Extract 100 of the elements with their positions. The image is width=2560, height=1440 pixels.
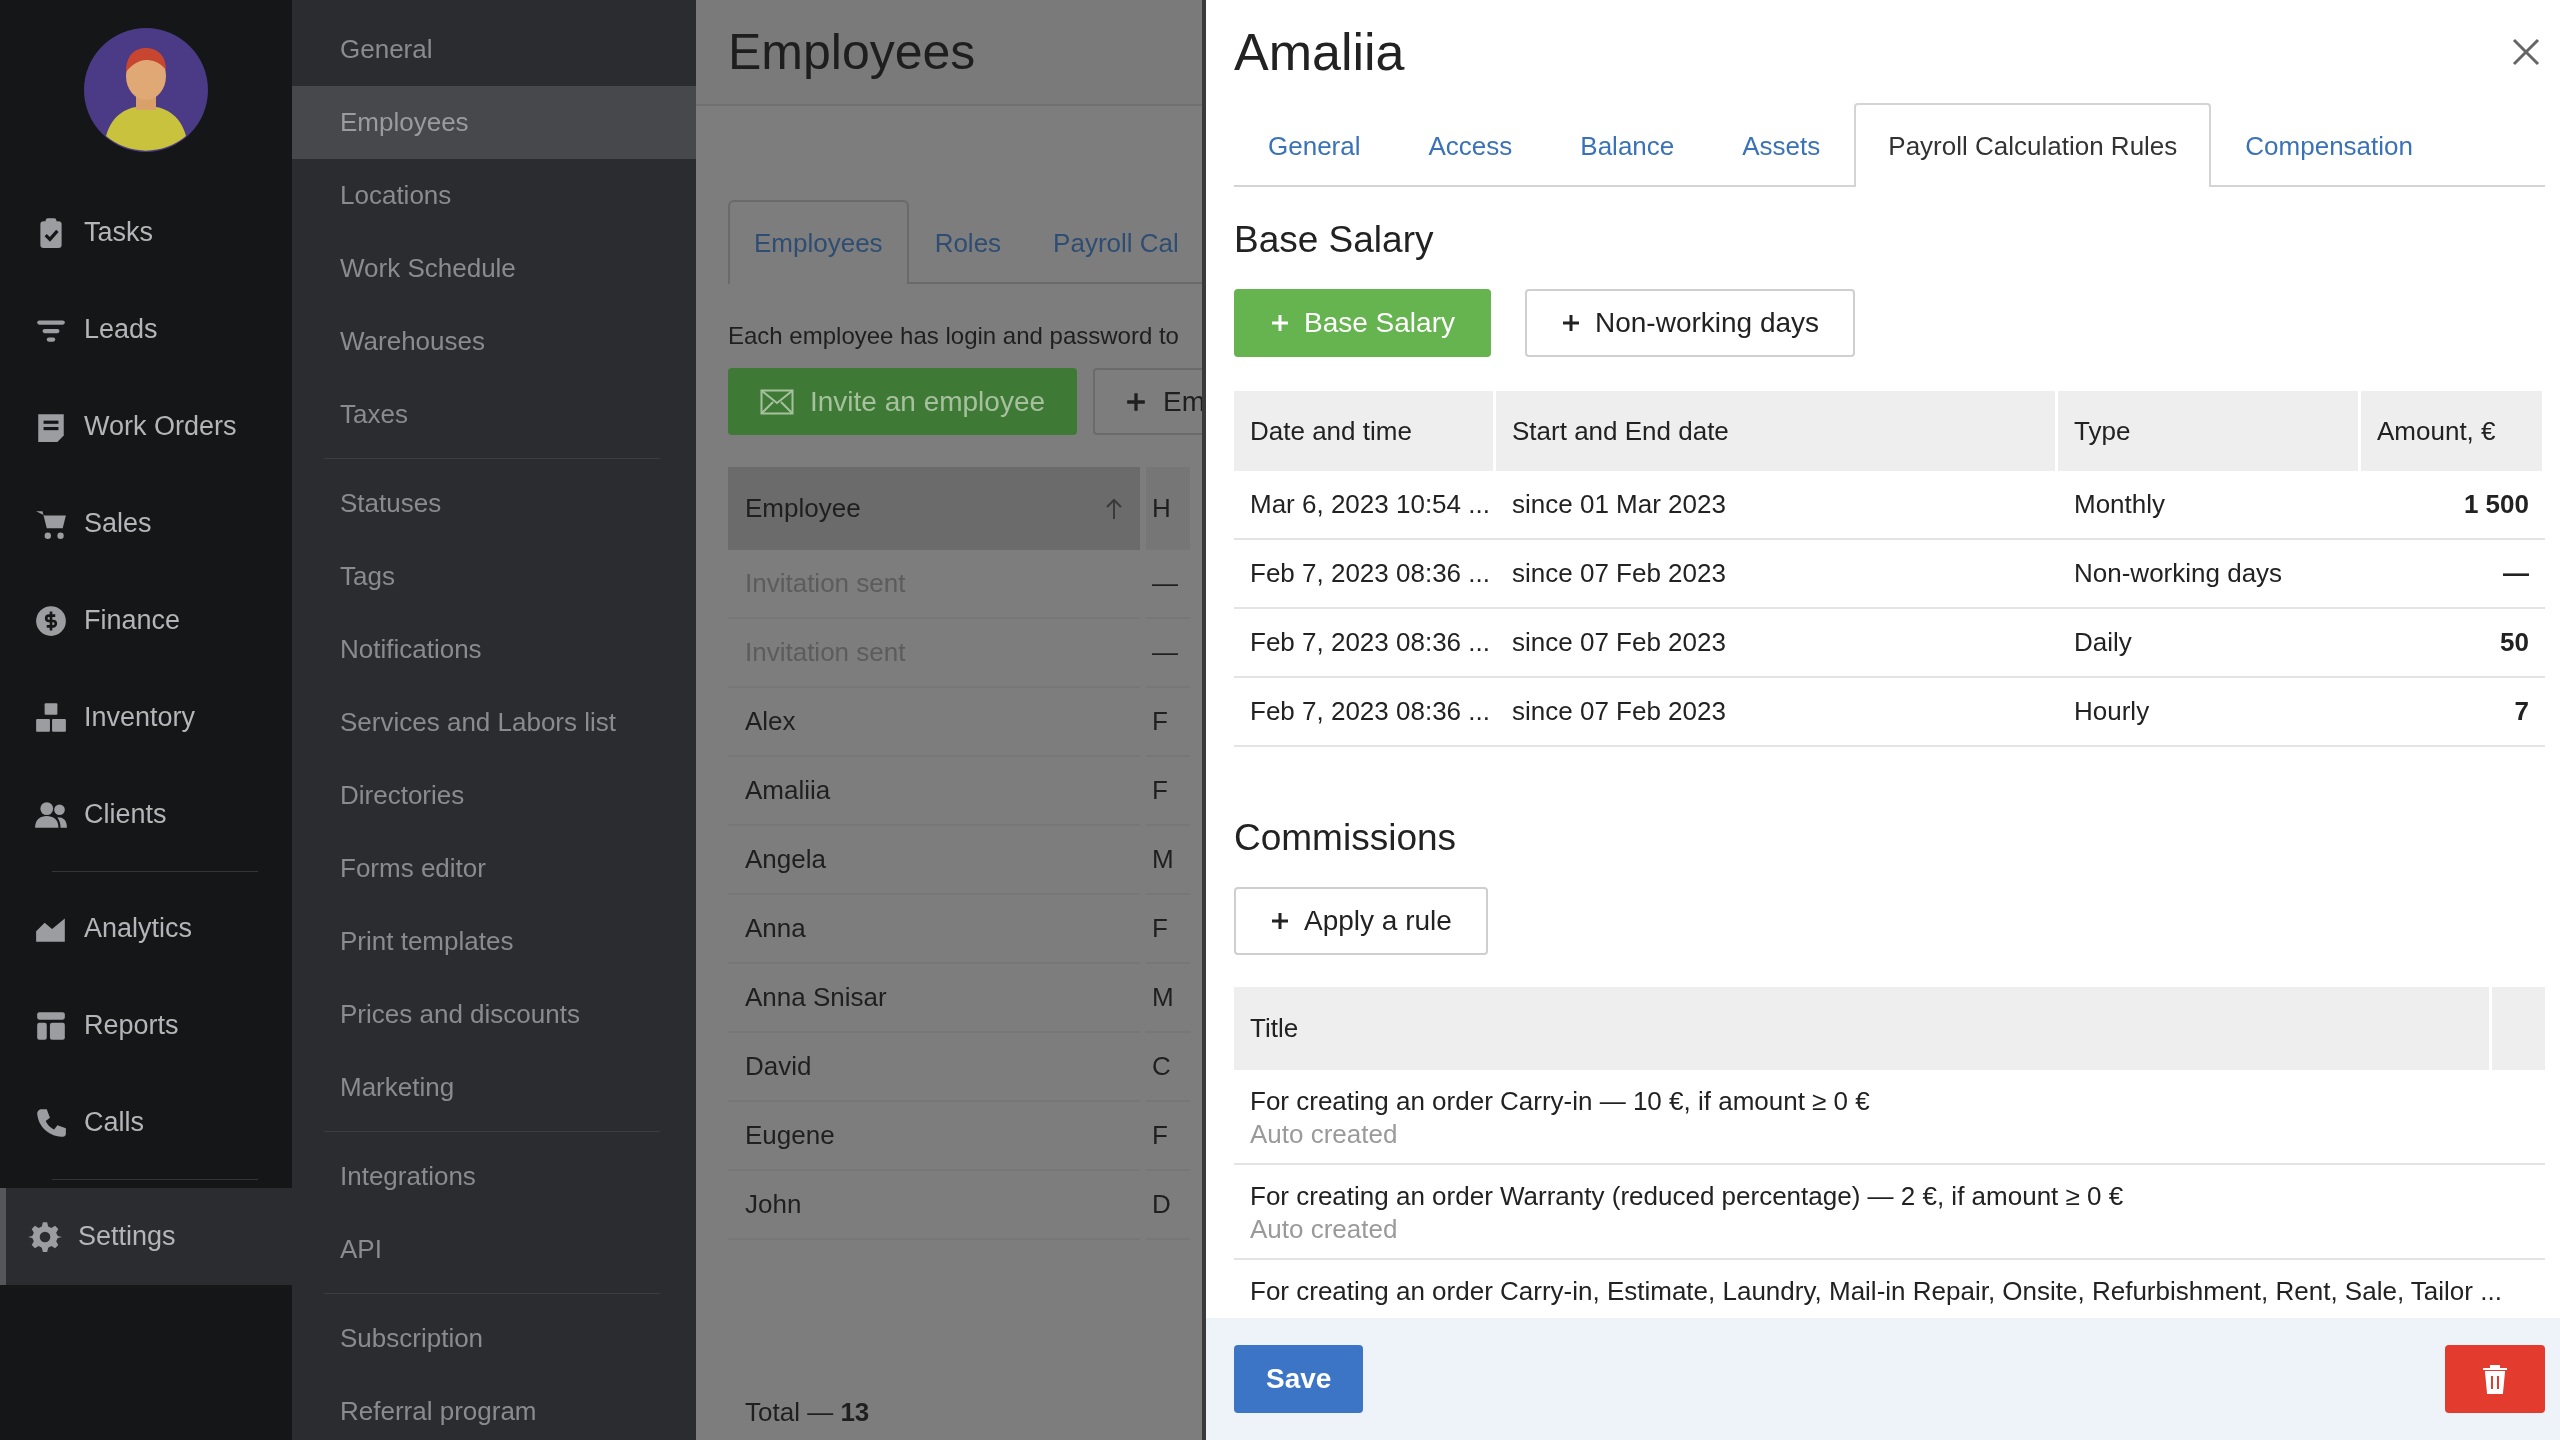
table-cell: 1 500	[2361, 471, 2545, 540]
plus-icon	[1270, 911, 1290, 931]
table-cell: Eugene	[728, 1102, 1140, 1171]
plus-icon	[1270, 313, 1290, 333]
column-header[interactable]: Start and End date	[1496, 391, 2058, 471]
section-heading: Base Salary	[1234, 219, 1435, 261]
column-header[interactable]: H	[1146, 467, 1190, 550]
table-cell: 50	[2361, 609, 2545, 678]
tab[interactable]: Compensation	[2211, 103, 2447, 187]
invite-button[interactable]: Invite an employee	[728, 368, 1078, 435]
avatar[interactable]	[84, 28, 208, 152]
description-text: Each employee has login and password to	[728, 322, 1180, 350]
nav-item[interactable]: Reports	[0, 977, 292, 1074]
table-cell: F	[1146, 1102, 1190, 1171]
table-cell: —	[2361, 540, 2545, 609]
table-cell: since 07 Feb 2023	[1496, 678, 2058, 747]
menu-item[interactable]: General	[292, 13, 696, 86]
menu-item[interactable]: Employees	[292, 86, 696, 159]
menu-item[interactable]: Services and Labors list	[292, 686, 696, 759]
nav-item[interactable]: Work Orders	[0, 378, 292, 475]
column-header[interactable]: Type	[2058, 391, 2361, 471]
plus-icon	[1125, 390, 1148, 413]
table-cell: Angela	[728, 826, 1140, 895]
drawer-title: Amaliia	[1234, 21, 1405, 82]
table-cell: F	[1146, 895, 1190, 964]
column-header[interactable]: Amount, €	[2361, 391, 2545, 471]
menu-item[interactable]: Notifications	[292, 613, 696, 686]
envelope-icon	[760, 388, 794, 415]
table-cell: John	[728, 1171, 1140, 1240]
table-cell: Anna Snisar	[728, 964, 1140, 1033]
menu-item[interactable]: Taxes	[292, 378, 696, 451]
tab[interactable]: Balance	[1546, 103, 1709, 187]
apply-rule-button[interactable]: Apply a rule	[1234, 887, 1488, 955]
menu-item[interactable]: Marketing	[292, 1051, 696, 1124]
menu-item[interactable]: Forms editor	[292, 832, 696, 905]
table-cell: Monthly	[2058, 471, 2361, 540]
table-cell: F	[1146, 757, 1190, 826]
nav-item[interactable]: Finance	[0, 572, 292, 669]
nav-item[interactable]: Sales	[0, 475, 292, 572]
menu-item[interactable]: Integrations	[292, 1140, 696, 1213]
nav-item[interactable]: Settings	[0, 1188, 292, 1285]
nav-item[interactable]: Calls	[0, 1074, 292, 1171]
table-cell: —	[1146, 550, 1190, 619]
table-cell: Daily	[2058, 609, 2361, 678]
table-cell: since 07 Feb 2023	[1496, 609, 2058, 678]
plus-icon	[1560, 313, 1581, 333]
nav-item[interactable]: Tasks	[0, 184, 292, 281]
table-cell: since 01 Mar 2023	[1496, 471, 2058, 540]
nav-item[interactable]: Inventory	[0, 669, 292, 766]
table-cell: Alex	[728, 688, 1140, 757]
table-cell: Mar 6, 2023 10:54 ...	[1234, 471, 1496, 540]
commission-row[interactable]: For creating an order Carry-in — 10 €, if amount ≥ 0 € Auto created	[1234, 1070, 2545, 1165]
menu-item[interactable]: Warehouses	[292, 305, 696, 378]
boxes-icon	[34, 700, 68, 735]
table-cell: —	[1146, 619, 1190, 688]
commission-row[interactable]: For creating an order Warranty (reduced percentage) — 2 €, if amount ≥ 0 € Auto created	[1234, 1165, 2545, 1260]
dollar-icon	[34, 603, 68, 638]
menu-item[interactable]: API	[292, 1213, 696, 1286]
table-cell: 7	[2361, 678, 2545, 747]
tab[interactable]: Access	[1394, 103, 1547, 187]
total-count: Total — 13	[745, 1397, 870, 1428]
menu-item[interactable]: Print templates	[292, 905, 696, 978]
menu-item[interactable]: Work Schedule	[292, 232, 696, 305]
menu-item[interactable]: Referral program	[292, 1375, 696, 1440]
close-button[interactable]	[2511, 36, 2541, 67]
menu-item[interactable]: Tags	[292, 540, 696, 613]
menu-item[interactable]: Locations	[292, 159, 696, 232]
menu-item[interactable]: Directories	[292, 759, 696, 832]
table-cell: Anna	[728, 895, 1140, 964]
nav-item[interactable]: Analytics	[0, 880, 292, 977]
tab[interactable]: General	[1234, 103, 1395, 187]
delete-button[interactable]	[2445, 1345, 2545, 1413]
menu-item[interactable]: Subscription	[292, 1302, 696, 1375]
add-base-salary-button[interactable]: Base Salary	[1234, 289, 1491, 357]
table-cell: M	[1146, 826, 1190, 895]
save-button[interactable]: Save	[1234, 1345, 1364, 1413]
add-non-working-days-button[interactable]: Non-working days	[1524, 289, 1856, 357]
table-cell: Amaliia	[728, 757, 1140, 826]
column-header: Title	[1234, 987, 2489, 1070]
table-cell: Feb 7, 2023 08:36 ...	[1234, 609, 1496, 678]
column-header[interactable]: Date and time	[1234, 391, 1496, 471]
table-cell: Feb 7, 2023 08:36 ...	[1234, 678, 1496, 747]
trash-icon	[2482, 1364, 2508, 1394]
table-cell: Non-working days	[2058, 540, 2361, 609]
tab[interactable]: Assets	[1708, 103, 1855, 187]
tab[interactable]: Payroll Calculation Rules	[1854, 103, 2212, 187]
nav-item[interactable]: Clients	[0, 766, 292, 863]
gear-icon	[28, 1219, 62, 1254]
table-cell: M	[1146, 964, 1190, 1033]
rule-title: For creating an order Warranty (reduced percentage) — 2 €, if amount ≥ 0 €	[1250, 1181, 2125, 1212]
section-heading: Commissions	[1234, 817, 1458, 859]
rule-note: Auto created	[1250, 1214, 1399, 1245]
menu-item[interactable]: Statuses	[292, 467, 696, 540]
menu-item[interactable]: Prices and discounts	[292, 978, 696, 1051]
column-header[interactable]: Employee	[728, 467, 1140, 550]
rule-title: For creating an order Carry-in — 10 €, if amount ≥ 0 €	[1250, 1086, 1871, 1117]
table-cell: David	[728, 1033, 1140, 1102]
nav-item[interactable]: Leads	[0, 281, 292, 378]
page-title: Employees	[728, 23, 976, 81]
rule-title: For creating an order Carry-in, Estimate, Laundry, Mail-in Repair, Onsite, Refurbishment, Rent, Sale, Tailor ...	[1250, 1276, 2503, 1307]
